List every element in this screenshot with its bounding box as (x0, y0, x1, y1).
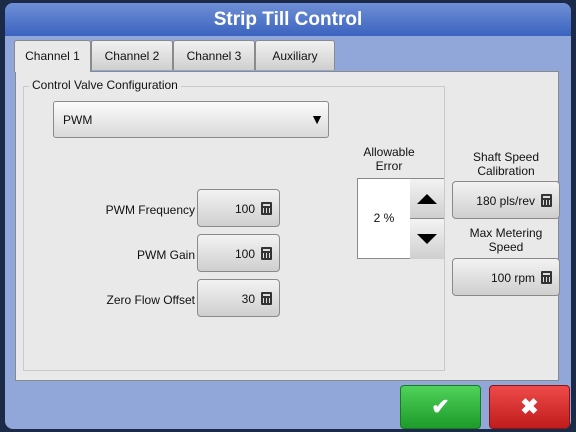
max-metering-value: 100 rpm (490, 271, 535, 285)
cancel-button[interactable]: ✖ (489, 385, 570, 429)
max-metering-label-line1: Max Metering (469, 226, 543, 240)
calculator-icon (261, 247, 272, 260)
pwm-frequency-button[interactable]: 100 (197, 189, 280, 227)
max-metering-button[interactable]: 100 rpm (452, 258, 560, 296)
shaft-speed-value: 180 pls/rev (476, 194, 535, 208)
group-title: Control Valve Configuration (29, 78, 181, 92)
zero-flow-offset-value: 30 (241, 292, 255, 306)
strip-till-dialog: Strip Till Control Channel 1 Channel 2 C… (5, 3, 571, 429)
calculator-icon (261, 202, 272, 215)
checkmark-icon: ✔ (431, 394, 450, 419)
pwm-frequency-value: 100 (234, 202, 255, 216)
ok-button[interactable]: ✔ (400, 385, 481, 429)
calculator-icon (541, 271, 552, 284)
pwm-gain-button[interactable]: 100 (197, 234, 280, 272)
shaft-speed-label: Shaft Speed Calibration (458, 150, 554, 178)
arrow-down-icon (417, 234, 437, 244)
increase-button[interactable] (410, 179, 444, 219)
pwm-gain-value: 100 (234, 247, 255, 261)
tab-channel-3[interactable]: Channel 3 (173, 40, 255, 70)
close-icon: ✖ (520, 394, 539, 419)
shaft-speed-label-line2: Calibration (477, 164, 535, 178)
allowable-error-label: Allowable Error (361, 145, 417, 173)
shaft-speed-button[interactable]: 180 pls/rev (452, 181, 560, 219)
zero-flow-offset-button[interactable]: 30 (197, 279, 280, 317)
calculator-icon (541, 194, 552, 207)
valve-type-value: PWM (63, 113, 93, 127)
chevron-down-icon: ▼ (310, 111, 324, 127)
zero-flow-offset-label: Zero Flow Offset (106, 293, 195, 307)
valve-type-dropdown[interactable]: PWM ▼ (53, 101, 329, 138)
dialog-title: Strip Till Control (5, 3, 571, 36)
calculator-icon (261, 292, 272, 305)
tab-channel-2[interactable]: Channel 2 (91, 40, 173, 70)
allowable-error-value: 2 % (373, 211, 395, 225)
allowable-error-stepper: 2 % (357, 178, 444, 259)
allowable-error-label-line2: Error (375, 159, 403, 173)
shaft-speed-label-line1: Shaft Speed (472, 150, 540, 164)
tab-channel-1[interactable]: Channel 1 (14, 40, 91, 72)
arrow-up-icon (417, 194, 437, 204)
decrease-button[interactable] (410, 219, 444, 259)
pwm-gain-label: PWM Gain (136, 248, 195, 262)
max-metering-label: Max Metering Speed (458, 226, 554, 254)
pwm-frequency-label: PWM Frequency (105, 203, 195, 217)
tab-auxiliary[interactable]: Auxiliary (255, 40, 335, 70)
allowable-error-label-line1: Allowable (363, 145, 415, 159)
max-metering-label-line2: Speed (488, 240, 524, 254)
